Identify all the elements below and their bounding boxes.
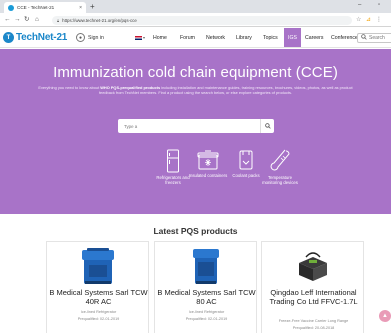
product-image	[47, 245, 148, 287]
latest-products-heading: Latest PQS products	[153, 226, 238, 236]
cce-search-button[interactable]	[260, 119, 274, 133]
product-prequalified-date: Prequalified: 20-08-2018	[292, 326, 335, 330]
search-icon	[361, 34, 367, 42]
product-name[interactable]: Qingdao Leff International Trading Co Lt…	[264, 288, 363, 306]
product-image	[262, 245, 363, 287]
back-arrow-icon[interactable]: ←	[4, 16, 11, 24]
refrigerator-icon	[167, 149, 179, 173]
nav-igs[interactable]: IGS	[284, 28, 301, 47]
hero-description: Everything you need to know about WHO PQ…	[30, 85, 361, 95]
site-search-placeholder: Search	[369, 35, 385, 41]
tab-title: CCE - TechNet-21	[17, 5, 55, 10]
site-header: T TechNet-21 ● Sign in ▾ Home Forum Netw…	[0, 28, 391, 48]
category-temperature-monitoring[interactable]: Temperature monitoring devices	[260, 149, 300, 185]
home-icon[interactable]: ⌂	[35, 16, 39, 24]
nav-careers[interactable]: Careers	[305, 35, 323, 41]
coolant-pack-icon	[239, 150, 253, 170]
site-favicon-icon	[8, 4, 14, 11]
nav-topics[interactable]: Topics	[263, 35, 278, 41]
close-tab-icon[interactable]: ×	[79, 5, 82, 11]
language-flag-icon[interactable]	[135, 36, 142, 40]
nav-network[interactable]: Network	[206, 35, 225, 41]
new-tab-button[interactable]: +	[90, 2, 95, 11]
product-name[interactable]: B Medical Systems Sarl TCW 80 AC	[157, 288, 256, 306]
category-label: Temperature monitoring devices	[262, 175, 298, 185]
nav-library[interactable]: Library	[236, 35, 252, 41]
url-text: https://www.technet-21.org/en/pqs-cce	[62, 17, 137, 23]
product-prequalified-date: Prequalified: 02-01-2019	[185, 317, 228, 321]
cold-box-icon	[197, 150, 219, 170]
logo-mark-icon: T	[3, 32, 14, 43]
browser-tab-bar: CCE - TechNet-21 × + – ▫	[0, 0, 391, 13]
nav-forum[interactable]: Forum	[180, 35, 195, 41]
user-icon: ●	[76, 33, 85, 42]
product-type: Freeze-Free Vaccine Carrier Long Range	[278, 319, 349, 323]
search-icon	[264, 123, 271, 129]
product-card[interactable]: Qingdao Leff International Trading Co Lt…	[261, 241, 364, 333]
restore-window-icon[interactable]: ▫	[378, 2, 380, 8]
nav-home[interactable]: Home	[153, 35, 167, 41]
cce-search-placeholder: Type a	[124, 123, 138, 129]
browser-menu-icon[interactable]: ⋮	[376, 16, 382, 24]
url-field[interactable]: 🔒︎ https://www.technet-21.org/en/pqs-cce	[52, 15, 352, 25]
product-type: Ice-lined Refrigerator	[188, 310, 225, 314]
reload-icon[interactable]: ↻	[24, 16, 29, 24]
product-image	[155, 245, 256, 287]
sign-in-link[interactable]: ● Sign in	[76, 33, 104, 42]
thermometer-icon	[270, 149, 290, 171]
browser-tab[interactable]: CCE - TechNet-21 ×	[4, 2, 86, 13]
category-insulated-containers[interactable]: Insulated containers	[188, 149, 228, 178]
hero-description-prefix: Everything you need to know about	[38, 85, 101, 90]
product-prequalified-date: Prequalified: 02-01-2019	[77, 317, 120, 321]
category-refrigerators[interactable]: Refrigerators and freezers	[153, 149, 193, 185]
product-type: Ice-lined Refrigerator	[80, 310, 117, 314]
site-logo[interactable]: T TechNet-21	[3, 32, 67, 43]
minimize-window-icon[interactable]: –	[358, 2, 361, 8]
lock-icon: 🔒︎	[57, 17, 60, 23]
nav-conference[interactable]: Conference	[331, 35, 358, 41]
chevron-down-icon[interactable]: ▾	[143, 35, 145, 40]
address-bar-row: ← → ↻ ⌂ 🔒︎ https://www.technet-21.org/en…	[0, 13, 391, 27]
product-card[interactable]: B Medical Systems Sarl TCW 80 AC Ice-lin…	[154, 241, 257, 333]
scroll-to-top-button[interactable]: ▲	[379, 310, 391, 322]
product-card[interactable]: B Medical Systems Sarl TCW 40R AC Ice-li…	[46, 241, 149, 333]
page-title: Immunization cold chain equipment (CCE)	[53, 64, 338, 81]
cce-search-input[interactable]: Type a	[118, 119, 274, 133]
forward-arrow-icon[interactable]: →	[14, 16, 21, 24]
hero-banner: Immunization cold chain equipment (CCE) …	[0, 49, 391, 214]
logo-text: TechNet-21	[16, 32, 68, 43]
category-label: Insulated containers	[188, 173, 228, 178]
sign-in-label: Sign in	[88, 34, 104, 41]
chevron-up-icon: ▲	[382, 313, 388, 319]
site-search-input[interactable]: Search	[357, 33, 391, 43]
category-label: Refrigerators and freezers	[156, 175, 190, 185]
bookmark-star-icon[interactable]: ☆	[356, 16, 361, 24]
product-name[interactable]: B Medical Systems Sarl TCW 40R AC	[49, 288, 148, 306]
extension-feed-icon[interactable]: ⊿	[366, 16, 371, 24]
